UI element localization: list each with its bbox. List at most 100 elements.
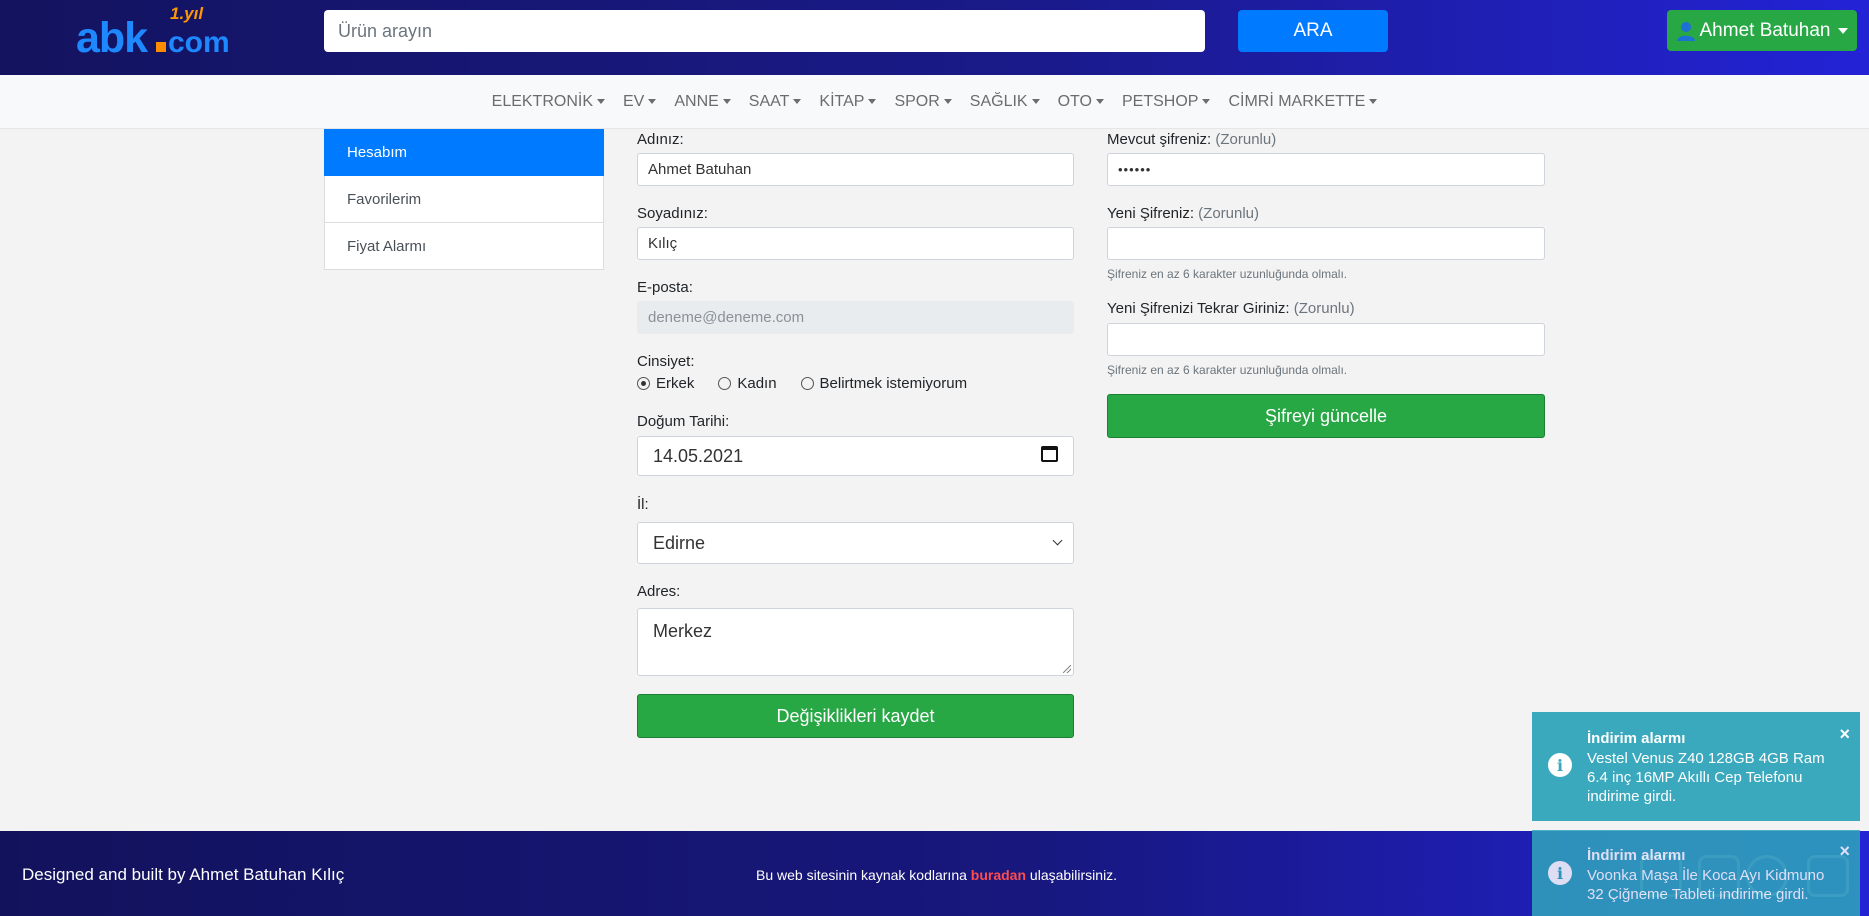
caret-down-icon [1095,99,1104,104]
category-cimri-markette[interactable]: CİMRİ MARKETTE [1228,92,1378,111]
city-select[interactable]: Edirne [637,522,1074,564]
footer-source-text: Bu web sitesinin kaynak kodlarına burada… [756,867,1117,883]
caret-down-icon [1202,99,1211,104]
address-value: Merkez [653,621,713,641]
discount-alarm-toast: i İndirim alarmı Vestel Venus Z40 128GB … [1532,712,1860,821]
caret-down-icon [1838,27,1849,34]
last-name-field[interactable]: Kılıç [637,227,1074,260]
birthdate-value: 14.05.2021 [653,445,744,466]
sidebar-item-hesabim[interactable]: Hesabım [324,129,604,176]
current-password-field[interactable]: •••••• [1107,153,1545,186]
category-ev[interactable]: EV [623,92,657,111]
toast-title: İndirim alarmı [1587,730,1686,747]
address-label: Adres: [637,583,681,600]
caret-down-icon [722,99,731,104]
category-label: ANNE [674,92,719,110]
new-password-field[interactable] [1107,227,1545,260]
info-icon: i [1548,753,1572,777]
category-anne[interactable]: ANNE [674,92,731,111]
category-oto[interactable]: OTO [1058,93,1104,111]
logo-text: abk [76,14,148,62]
logo-dot [156,42,166,52]
current-password-label-text: Mevcut şifreniz: [1107,131,1212,148]
required-hint: (Zorunlu) [1198,205,1260,222]
birthdate-label: Doğum Tarihi: [637,413,730,430]
caret-down-icon [648,99,657,104]
site-logo[interactable]: abk com 1.yıl [76,4,230,64]
user-icon [1676,21,1695,41]
update-password-button[interactable]: Şifreyi güncelle [1107,394,1545,438]
category-elektronik[interactable]: ELEKTRONİK [492,93,605,111]
repeat-password-label: Yeni Şifrenizi Tekrar Giriniz: (Zorunlu) [1107,300,1355,317]
sidebar-item-label: Favorilerim [347,190,422,208]
gender-option-label: Kadın [737,375,777,392]
top-navbar: abk com 1.yıl ARA Ahmet Batuhan [0,0,1869,75]
gender-radio-erkek[interactable] [637,377,650,390]
caret-down-icon [868,99,877,104]
toast-title: İndirim alarmı [1587,847,1686,864]
category-spor[interactable]: SPOR [894,93,952,111]
gender-radio-group: Erkek Kadın Belirtmek istemiyorum [637,375,967,392]
category-petshop[interactable]: PETSHOP [1121,92,1211,111]
repeat-password-label-text: Yeni Şifrenizi Tekrar Giriniz: [1107,300,1290,317]
city-value: Edirne [653,532,706,553]
sidebar-item-fiyat-alarmi[interactable]: Fiyat Alarmı [324,223,604,270]
sidebar-item-label: Fiyat Alarmı [347,237,427,255]
logo-suffix: com [168,26,230,59]
gender-radio-kadin[interactable] [718,377,732,390]
required-hint: (Zorunlu) [1293,300,1355,317]
category-label: KİTAP [819,92,865,110]
close-icon[interactable]: × [1839,841,1850,862]
gender-option-label: Erkek [656,375,695,392]
required-hint: (Zorunlu) [1215,131,1277,148]
category-label: CİMRİ MARKETTE [1228,92,1366,110]
birthdate-input[interactable]: 14.05.2021 [637,436,1074,476]
address-textarea[interactable]: Merkez [637,608,1074,676]
gender-label: Cinsiyet: [637,353,695,370]
new-password-label: Yeni Şifreniz: (Zorunlu) [1107,205,1259,222]
last-name-label: Soyadınız: [637,205,708,222]
caret-down-icon [1369,99,1378,104]
repeat-password-help: Şifreniz en az 6 karakter uzunluğunda ol… [1107,363,1348,377]
discount-alarm-toast: i İndirim alarmı Voonka Maşa İle Koca Ay… [1532,830,1860,916]
search-button[interactable]: ARA [1238,10,1388,52]
category-label: EV [623,92,645,110]
new-password-help: Şifreniz en az 6 karakter uzunluğunda ol… [1107,267,1348,281]
city-label: İl: [637,496,649,513]
first-name-field[interactable]: Ahmet Batuhan [637,153,1074,186]
save-changes-button[interactable]: Değişiklikleri kaydet [637,694,1074,738]
repeat-password-field[interactable] [1107,323,1545,356]
category-label: PETSHOP [1121,92,1199,110]
gender-radio-belirtmek-istemiyorum[interactable] [800,377,814,390]
account-sidebar: Hesabım Favorilerim Fiyat Alarmı [324,129,604,270]
footer-source-link[interactable]: buradan [971,867,1026,883]
calendar-icon[interactable] [1041,446,1058,462]
category-label: ELEKTRONİK [491,92,593,110]
resize-handle[interactable] [1063,665,1071,673]
chevron-down-icon [1052,535,1063,546]
email-field: deneme@deneme.com [637,301,1074,334]
current-password-label: Mevcut şifreniz: (Zorunlu) [1107,131,1276,148]
caret-down-icon [793,99,802,104]
caret-down-icon [597,99,605,104]
footer-source-prefix: Bu web sitesinin kaynak kodlarına [756,867,971,883]
new-password-label-text: Yeni Şifreniz: [1107,205,1194,222]
category-kitap[interactable]: KİTAP [819,92,877,111]
category-navbar: ELEKTRONİK EV ANNE SAAT KİTAP SPOR SAĞLI… [0,75,1869,129]
first-name-label: Adınız: [637,131,684,148]
category-saglik[interactable]: SAĞLIK [970,93,1040,111]
category-saat[interactable]: SAAT [749,93,802,111]
toast-message: Voonka Maşa İle Koca Ayı Kidmuno 32 Çiğn… [1587,867,1825,903]
toast-message: Vestel Venus Z40 128GB 4GB Ram 6.4 inç 1… [1587,750,1825,805]
search-input[interactable] [324,10,1205,52]
category-label: OTO [1057,92,1092,110]
close-icon[interactable]: × [1839,724,1850,745]
footer-credit: Designed and built by Ahmet Batuhan Kılı… [22,865,345,884]
sidebar-item-favorilerim[interactable]: Favorilerim [324,176,604,223]
caret-down-icon [943,99,952,104]
gender-option-label: Belirtmek istemiyorum [819,375,968,392]
sidebar-item-label: Hesabım [347,143,408,161]
user-name: Ahmet Batuhan [1699,19,1831,41]
info-icon: i [1548,861,1572,885]
user-menu-button[interactable]: Ahmet Batuhan [1667,10,1857,51]
